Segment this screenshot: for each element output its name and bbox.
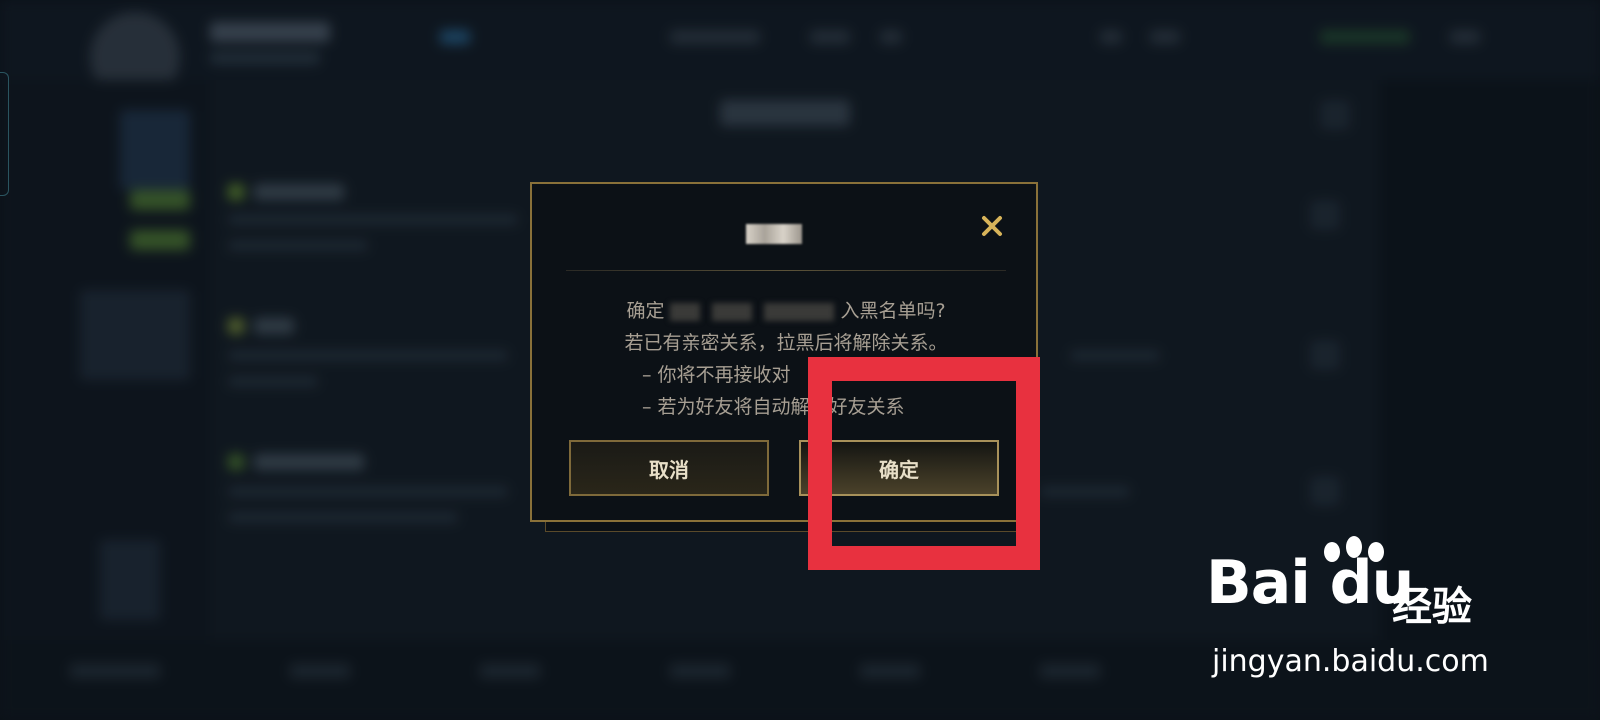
top-nav-item [810, 30, 850, 44]
dialog-message-line2: 若已有亲密关系，拉黑后将解除关系。 [624, 332, 948, 354]
message-suffix: 入黑名单吗? [840, 300, 946, 322]
row-title-blurred [254, 318, 294, 334]
message-prefix: 确定 [626, 300, 665, 322]
baidu-jingyan-watermark: Bai du 经验 jingyan.baidu.com [1206, 536, 1496, 679]
paw-icon [1368, 542, 1384, 562]
top-nav-item [670, 30, 760, 44]
bottom-nav-item [290, 664, 350, 678]
bottom-nav-item [70, 664, 160, 678]
top-nav-item [1450, 30, 1480, 44]
redacted-name [764, 302, 835, 321]
row-badge [228, 318, 244, 334]
top-nav-item [880, 30, 902, 44]
panel-close-blurred [1320, 100, 1350, 130]
dialog-bullet-1: – 你将不再接收对 [642, 364, 791, 386]
top-icon [440, 30, 470, 44]
row-text-blurred [228, 350, 508, 361]
row-text-blurred [228, 376, 318, 387]
highlight-annotation [808, 357, 1040, 570]
bottom-nav-item [860, 664, 920, 678]
sidebar-block [130, 230, 190, 250]
top-nav-item [1100, 30, 1122, 44]
row-text-blurred [228, 214, 518, 225]
watermark-logo: Bai du [1206, 548, 1414, 618]
redacted-text [670, 302, 701, 321]
row-text-blurred [1070, 350, 1160, 361]
close-icon[interactable] [978, 212, 1006, 240]
row-badge [228, 184, 244, 200]
row-action-blurred [1310, 476, 1340, 506]
bottom-nav-item [670, 664, 730, 678]
row-text-blurred [1040, 486, 1130, 497]
watermark-subtitle: 经验 [1392, 584, 1472, 630]
sidebar-block [80, 290, 190, 380]
top-currency [1320, 30, 1410, 44]
profile-subtitle-blurred [210, 52, 320, 64]
watermark-url: jingyan.baidu.com [1212, 644, 1489, 679]
row-title-blurred [254, 454, 364, 470]
bottom-nav-item [480, 664, 540, 678]
dialog-divider [566, 270, 1006, 271]
row-badge [228, 454, 244, 470]
bottom-nav-item [1040, 664, 1100, 678]
sidebar-block [120, 110, 190, 190]
profile-name-blurred [210, 22, 330, 42]
paw-icon [1324, 542, 1340, 562]
sidebar-block [100, 540, 160, 620]
sidebar-block [130, 190, 190, 210]
dialog-title-blurred [746, 224, 802, 244]
side-tab-edge [0, 72, 9, 196]
row-text-blurred [228, 240, 368, 251]
row-action-blurred [1310, 340, 1340, 370]
row-text-blurred [228, 512, 458, 523]
row-title-blurred [254, 184, 344, 200]
redacted-text [712, 302, 753, 321]
row-action-blurred [1310, 200, 1340, 230]
paw-icon [1346, 536, 1362, 558]
dialog-message-line1: 确定 入黑名单吗? [532, 296, 1040, 323]
cancel-button[interactable]: 取消 [569, 440, 769, 496]
row-text-blurred [228, 486, 508, 497]
top-nav-item [1150, 30, 1180, 44]
panel-title-blurred [720, 100, 850, 126]
